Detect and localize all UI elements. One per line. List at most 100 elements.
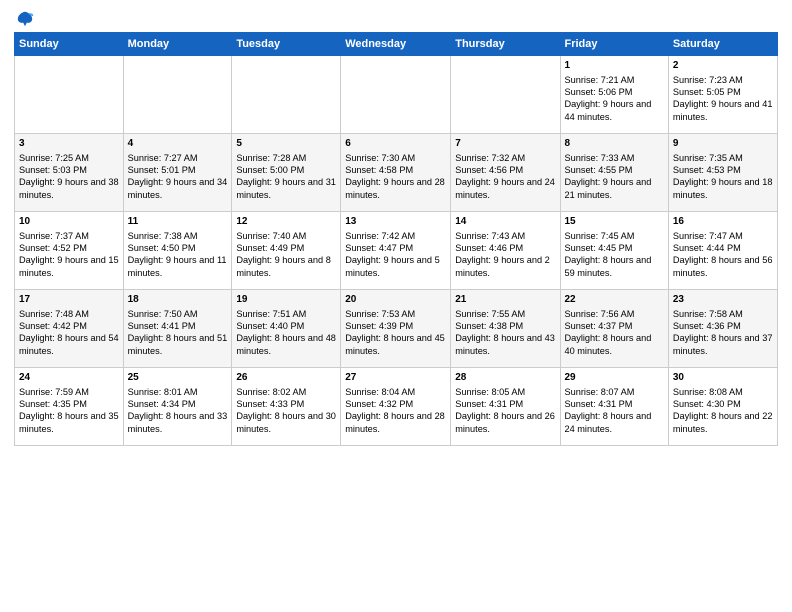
day-info: Sunset: 4:40 PM [236, 320, 336, 332]
day-info: Sunset: 4:44 PM [673, 242, 773, 254]
day-number: 9 [673, 137, 773, 151]
day-info: Sunrise: 7:55 AM [455, 308, 555, 320]
calendar-cell: 21Sunrise: 7:55 AMSunset: 4:38 PMDayligh… [451, 290, 560, 368]
day-info: Sunrise: 7:37 AM [19, 230, 119, 242]
calendar-cell: 20Sunrise: 7:53 AMSunset: 4:39 PMDayligh… [341, 290, 451, 368]
day-info: Daylight: 9 hours and 2 minutes. [455, 254, 555, 279]
calendar-week-5: 24Sunrise: 7:59 AMSunset: 4:35 PMDayligh… [15, 368, 778, 446]
calendar-cell: 12Sunrise: 7:40 AMSunset: 4:49 PMDayligh… [232, 212, 341, 290]
calendar-cell: 15Sunrise: 7:45 AMSunset: 4:45 PMDayligh… [560, 212, 668, 290]
day-number: 26 [236, 371, 336, 385]
header [14, 10, 778, 28]
day-info: Sunset: 4:35 PM [19, 398, 119, 410]
day-info: Daylight: 8 hours and 59 minutes. [565, 254, 664, 279]
day-info: Sunset: 4:38 PM [455, 320, 555, 332]
day-number: 6 [345, 137, 446, 151]
day-info: Daylight: 9 hours and 18 minutes. [673, 176, 773, 201]
calendar-cell: 2Sunrise: 7:23 AMSunset: 5:05 PMDaylight… [668, 56, 777, 134]
calendar-header: SundayMondayTuesdayWednesdayThursdayFrid… [15, 33, 778, 56]
calendar-cell: 19Sunrise: 7:51 AMSunset: 4:40 PMDayligh… [232, 290, 341, 368]
calendar-week-2: 3Sunrise: 7:25 AMSunset: 5:03 PM Daylight… [15, 134, 778, 212]
day-number: 14 [455, 215, 555, 229]
day-info: Sunrise: 7:40 AM [236, 230, 336, 242]
calendar-cell: 24Sunrise: 7:59 AMSunset: 4:35 PMDayligh… [15, 368, 124, 446]
day-info: Daylight: 8 hours and 28 minutes. [345, 410, 446, 435]
calendar-week-3: 10Sunrise: 7:37 AMSunset: 4:52 PMDayligh… [15, 212, 778, 290]
col-header-monday: Monday [123, 33, 232, 56]
day-info: Daylight: 9 hours and 31 minutes. [236, 176, 336, 201]
day-info: Daylight: 8 hours and 45 minutes. [345, 332, 446, 357]
day-info: Sunrise: 8:05 AM [455, 386, 555, 398]
calendar-table: SundayMondayTuesdayWednesdayThursdayFrid… [14, 32, 778, 446]
day-number: 13 [345, 215, 446, 229]
calendar-cell [232, 56, 341, 134]
calendar-cell [341, 56, 451, 134]
col-header-saturday: Saturday [668, 33, 777, 56]
day-info: Sunrise: 7:25 AM [19, 152, 119, 164]
calendar-cell: 16Sunrise: 7:47 AMSunset: 4:44 PMDayligh… [668, 212, 777, 290]
day-info: Sunset: 4:55 PM [565, 164, 664, 176]
day-info: Sunset: 4:50 PM [128, 242, 228, 254]
col-header-wednesday: Wednesday [341, 33, 451, 56]
calendar-cell: 30Sunrise: 8:08 AMSunset: 4:30 PMDayligh… [668, 368, 777, 446]
day-number: 5 [236, 137, 336, 151]
calendar-week-1: 1Sunrise: 7:21 AMSunset: 5:06 PM Daylight… [15, 56, 778, 134]
day-number: 29 [565, 371, 664, 385]
day-info: Sunset: 5:00 PM [236, 164, 336, 176]
day-info: Sunrise: 8:02 AM [236, 386, 336, 398]
calendar-header-row: SundayMondayTuesdayWednesdayThursdayFrid… [15, 33, 778, 56]
day-info: Sunset: 4:41 PM [128, 320, 228, 332]
day-info: Daylight: 9 hours and 21 minutes. [565, 176, 664, 201]
calendar-cell: 22Sunrise: 7:56 AMSunset: 4:37 PMDayligh… [560, 290, 668, 368]
day-info: Sunrise: 7:27 AM [128, 152, 228, 164]
day-info: Sunrise: 7:33 AM [565, 152, 664, 164]
day-info: Sunset: 4:58 PM [345, 164, 446, 176]
day-info: Sunrise: 7:59 AM [19, 386, 119, 398]
calendar-cell: 14Sunrise: 7:43 AMSunset: 4:46 PMDayligh… [451, 212, 560, 290]
day-info: Daylight: 9 hours and 5 minutes. [345, 254, 446, 279]
day-info: Sunrise: 8:07 AM [565, 386, 664, 398]
day-info: Sunrise: 7:53 AM [345, 308, 446, 320]
day-info: Daylight: 8 hours and 33 minutes. [128, 410, 228, 435]
day-number: 1 [565, 59, 664, 73]
calendar-cell: 17Sunrise: 7:48 AMSunset: 4:42 PMDayligh… [15, 290, 124, 368]
calendar-cell: 28Sunrise: 8:05 AMSunset: 4:31 PMDayligh… [451, 368, 560, 446]
day-info: Sunrise: 7:56 AM [565, 308, 664, 320]
calendar-cell: 4Sunrise: 7:27 AMSunset: 5:01 PMDaylight… [123, 134, 232, 212]
col-header-thursday: Thursday [451, 33, 560, 56]
day-info: Sunrise: 7:21 AM [565, 74, 664, 86]
day-number: 18 [128, 293, 228, 307]
day-number: 3 [19, 137, 119, 151]
calendar-cell [123, 56, 232, 134]
day-number: 16 [673, 215, 773, 229]
day-number: 4 [128, 137, 228, 151]
col-header-friday: Friday [560, 33, 668, 56]
day-info: Sunset: 4:33 PM [236, 398, 336, 410]
day-number: 27 [345, 371, 446, 385]
day-info: Sunset: 4:37 PM [565, 320, 664, 332]
day-info: Sunset: 4:36 PM [673, 320, 773, 332]
calendar-cell: 7Sunrise: 7:32 AMSunset: 4:56 PMDaylight… [451, 134, 560, 212]
day-info: Sunrise: 7:43 AM [455, 230, 555, 242]
day-info: Sunset: 4:39 PM [345, 320, 446, 332]
day-info: Sunrise: 7:30 AM [345, 152, 446, 164]
calendar-cell: 10Sunrise: 7:37 AMSunset: 4:52 PMDayligh… [15, 212, 124, 290]
day-number: 8 [565, 137, 664, 151]
day-info: Sunrise: 7:38 AM [128, 230, 228, 242]
day-info: Daylight: 9 hours and 41 minutes. [673, 98, 773, 123]
day-number: 17 [19, 293, 119, 307]
day-info: Sunset: 5:03 PM [19, 164, 119, 176]
day-info: Sunrise: 7:32 AM [455, 152, 555, 164]
calendar-cell: 5Sunrise: 7:28 AMSunset: 5:00 PMDaylight… [232, 134, 341, 212]
day-info: Sunrise: 7:58 AM [673, 308, 773, 320]
day-info: Daylight: 8 hours and 56 minutes. [673, 254, 773, 279]
day-info: Sunset: 4:34 PM [128, 398, 228, 410]
day-info: Sunset: 4:49 PM [236, 242, 336, 254]
day-info: Daylight: 9 hours and 28 minutes. [345, 176, 446, 201]
page: SundayMondayTuesdayWednesdayThursdayFrid… [0, 0, 792, 612]
day-info: Daylight: 8 hours and 54 minutes. [19, 332, 119, 357]
day-info: Daylight: 8 hours and 48 minutes. [236, 332, 336, 357]
day-info: Daylight: 8 hours and 24 minutes. [565, 410, 664, 435]
day-info: Sunset: 5:06 PM [565, 86, 664, 98]
calendar-cell: 18Sunrise: 7:50 AMSunset: 4:41 PMDayligh… [123, 290, 232, 368]
